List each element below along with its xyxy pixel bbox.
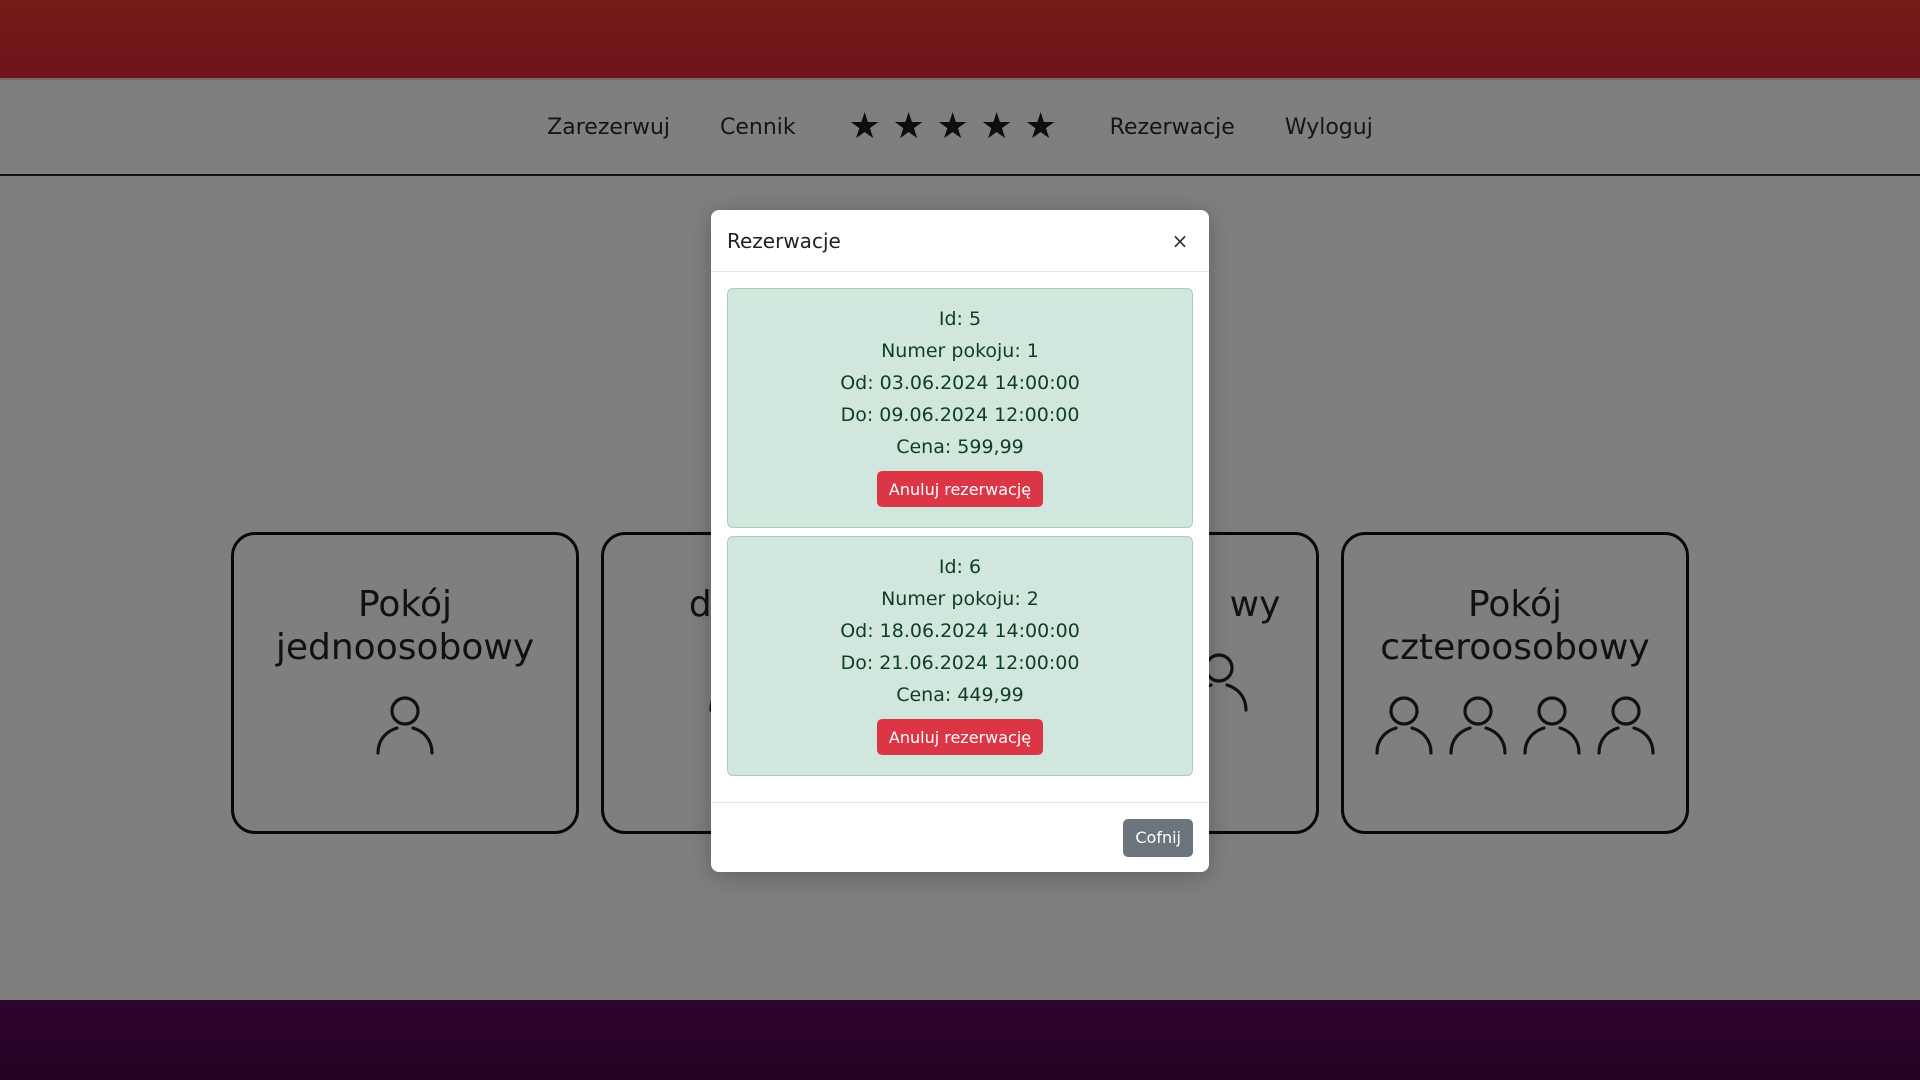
back-button[interactable]: Cofnij [1123, 818, 1193, 857]
cancel-reservation-button[interactable]: Anuluj rezerwację [876, 471, 1044, 507]
reservation-to: Do: 09.06.2024 12:00:00 [840, 404, 1080, 426]
reservation-room: Numer pokoju: 2 [881, 588, 1039, 610]
reservations-modal: Rezerwacje × Id: 5 Numer pokoju: 1 Od: 0… [711, 210, 1209, 872]
reservation-price: Cena: 449,99 [896, 684, 1024, 706]
reservation-from: Od: 03.06.2024 14:00:00 [840, 372, 1080, 394]
reservation-card: Id: 6 Numer pokoju: 2 Od: 18.06.2024 14:… [727, 536, 1193, 776]
reservation-room: Numer pokoju: 1 [881, 340, 1039, 362]
reservation-id: Id: 6 [938, 556, 982, 578]
modal-body: Id: 5 Numer pokoju: 1 Od: 03.06.2024 14:… [711, 272, 1209, 776]
close-icon[interactable]: × [1167, 228, 1193, 254]
reservation-to: Do: 21.06.2024 12:00:00 [840, 652, 1080, 674]
page: Zarezerwuj Cennik ★ ★ ★ ★ ★ Rezerwacje W… [0, 0, 1920, 1080]
modal-title: Rezerwacje [727, 228, 841, 253]
modal-header: Rezerwacje × [711, 210, 1209, 272]
reservation-id: Id: 5 [938, 308, 982, 330]
modal-footer: Cofnij [711, 802, 1209, 872]
cancel-reservation-button[interactable]: Anuluj rezerwację [876, 719, 1044, 755]
reservation-price: Cena: 599,99 [896, 436, 1024, 458]
reservation-from: Od: 18.06.2024 14:00:00 [840, 620, 1080, 642]
reservation-card: Id: 5 Numer pokoju: 1 Od: 03.06.2024 14:… [727, 288, 1193, 528]
